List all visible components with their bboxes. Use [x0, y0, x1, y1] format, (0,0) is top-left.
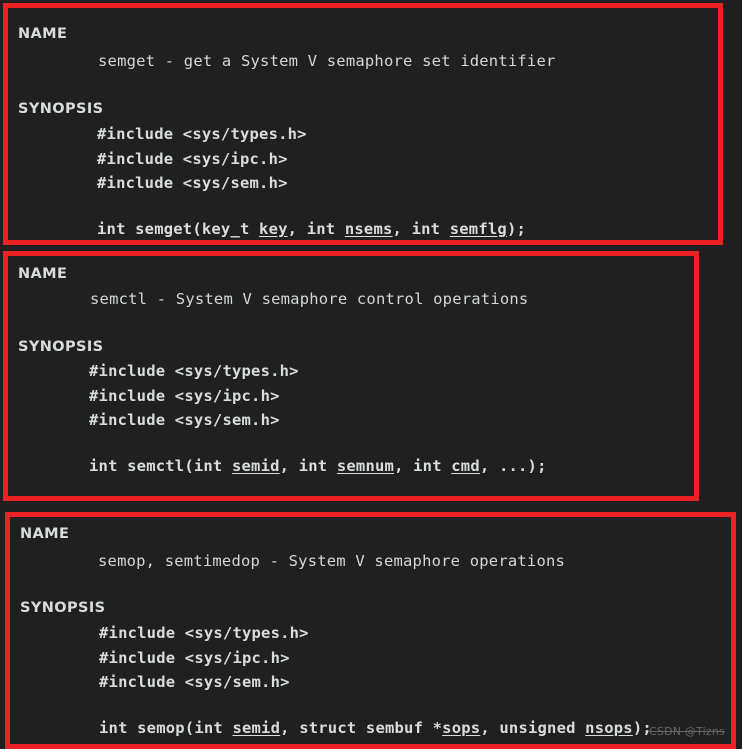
name-body: semget - get a System V semaphore set id…: [98, 52, 556, 70]
parameter-name: nsems: [344, 220, 393, 238]
signature-text: , int: [287, 220, 345, 238]
include-line: #include <sys/types.h>: [99, 624, 309, 642]
signature-text: );: [506, 220, 527, 238]
parameter-name: key: [259, 220, 288, 238]
include-line: #include <sys/types.h>: [89, 362, 299, 380]
highlight-box-semop: NAME semop, semtimedop - System V semaph…: [5, 512, 736, 749]
synopsis-heading: SYNOPSIS: [20, 600, 106, 616]
include-line: #include <sys/ipc.h>: [97, 150, 288, 168]
parameter-name: semflg: [449, 220, 507, 238]
parameter-name: cmd: [451, 457, 480, 475]
signature-text: int semop(int: [99, 719, 233, 737]
signature-text: , unsigned: [480, 719, 586, 737]
parameter-name: semnum: [336, 457, 395, 475]
signature-text: , struct sembuf *: [280, 719, 443, 737]
synopsis-heading: SYNOPSIS: [18, 339, 104, 355]
signature-text: int semctl(int: [89, 457, 232, 475]
include-line: #include <sys/ipc.h>: [89, 387, 280, 405]
include-line: #include <sys/types.h>: [97, 125, 307, 143]
signature-text: , int: [394, 457, 452, 475]
function-signature: int semop(int semid, struct sembuf *sops…: [99, 720, 652, 737]
signature-text: int semget(key_t: [97, 220, 260, 238]
name-heading: NAME: [20, 526, 70, 542]
highlight-box-semctl: NAME semctl - System V semaphore control…: [3, 251, 699, 501]
parameter-name: sops: [442, 719, 481, 737]
manpage-semget: NAME semget - get a System V semaphore s…: [8, 8, 718, 240]
signature-text: );: [632, 719, 652, 737]
parameter-name: nsops: [585, 719, 633, 737]
manpage-semctl: NAME semctl - System V semaphore control…: [8, 256, 694, 496]
screen-background: NAME semget - get a System V semaphore s…: [0, 0, 742, 749]
name-heading: NAME: [18, 26, 68, 42]
name-heading: NAME: [18, 266, 68, 282]
manpage-semop: NAME semop, semtimedop - System V semaph…: [10, 517, 731, 744]
parameter-name: semid: [232, 719, 281, 737]
include-line: #include <sys/sem.h>: [89, 411, 280, 429]
function-signature: int semget(key_t key, int nsems, int sem…: [97, 221, 526, 238]
highlight-box-semget: NAME semget - get a System V semaphore s…: [3, 3, 723, 245]
signature-text: , int: [279, 457, 337, 475]
include-line: #include <sys/ipc.h>: [99, 649, 290, 667]
function-signature: int semctl(int semid, int semnum, int cm…: [89, 458, 547, 475]
include-line: #include <sys/sem.h>: [97, 174, 288, 192]
synopsis-heading: SYNOPSIS: [18, 101, 104, 117]
watermark: CSDN @Tizns: [649, 725, 725, 738]
include-line: #include <sys/sem.h>: [99, 673, 290, 691]
name-body: semctl - System V semaphore control oper…: [90, 290, 529, 308]
parameter-name: semid: [231, 457, 280, 475]
name-body: semop, semtimedop - System V semaphore o…: [98, 552, 566, 570]
signature-text: , int: [392, 220, 450, 238]
signature-text: , ...);: [479, 457, 547, 475]
